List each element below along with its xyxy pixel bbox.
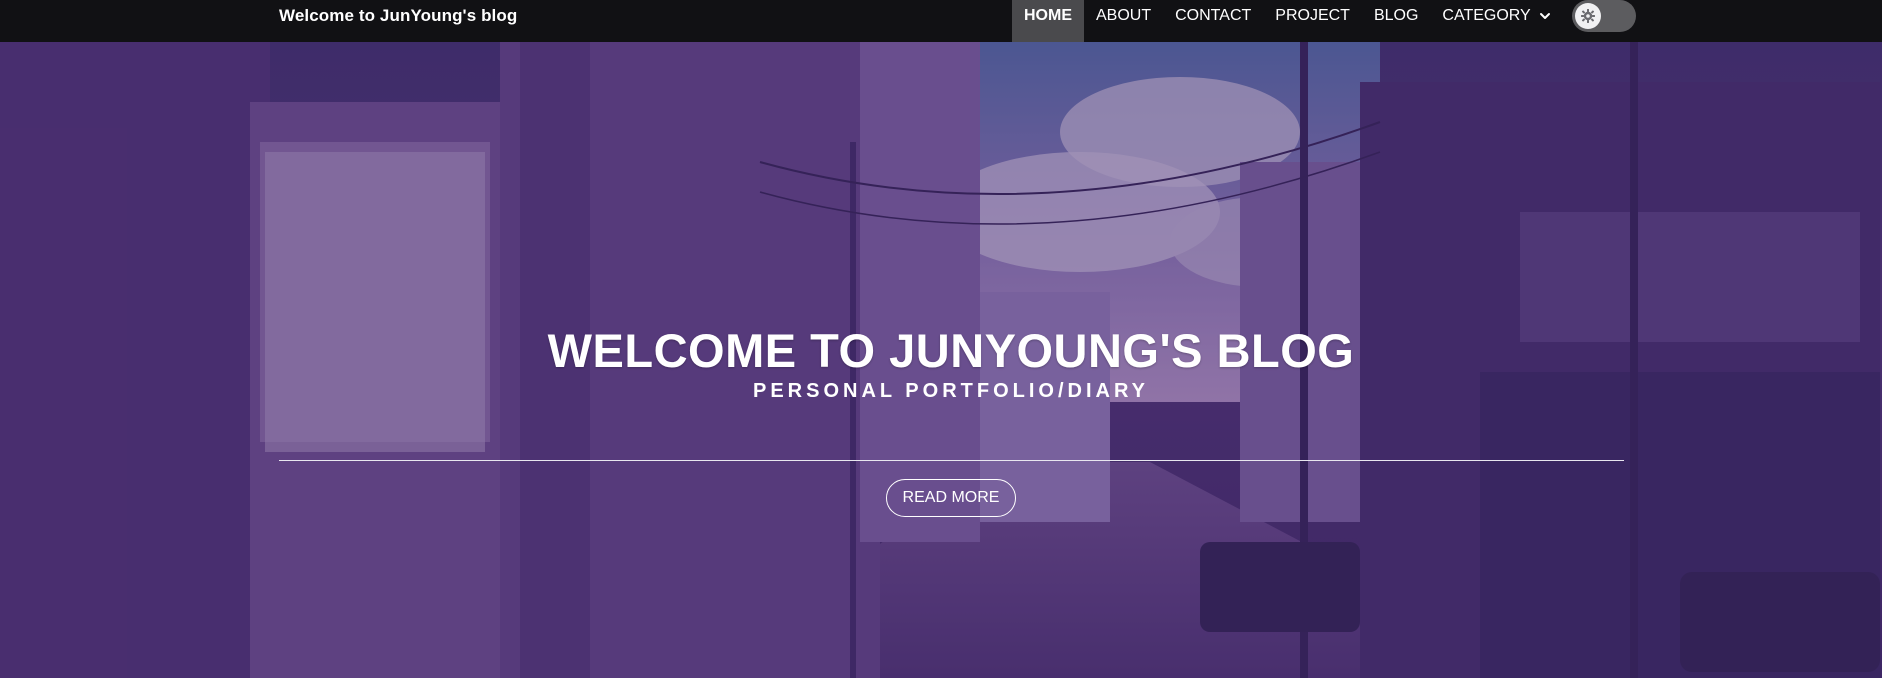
hero-title: WELCOME TO JUNYOUNG'S BLOG	[547, 324, 1355, 377]
hero-divider	[279, 460, 1624, 461]
nav-item-home[interactable]: HOME	[1012, 0, 1084, 42]
theme-toggle[interactable]	[1572, 0, 1636, 32]
read-more-button[interactable]: READ MORE	[886, 479, 1016, 517]
main-nav: HOME ABOUT CONTACT PROJECT BLOG CATEGORY	[1012, 0, 1563, 42]
nav-item-blog[interactable]: BLOG	[1362, 0, 1430, 32]
gear-icon	[1581, 9, 1595, 23]
site-brand-link[interactable]: Welcome to JunYoung's blog	[279, 0, 517, 32]
page: Welcome to JunYoung's blog HOME ABOUT CO…	[0, 0, 1882, 678]
nav-item-about[interactable]: ABOUT	[1084, 0, 1163, 32]
hero-subtitle: PERSONAL PORTFOLIO/DIARY	[752, 380, 1150, 402]
top-navbar: Welcome to JunYoung's blog HOME ABOUT CO…	[0, 0, 1882, 42]
toggle-knob	[1575, 3, 1601, 29]
nav-item-contact[interactable]: CONTACT	[1163, 0, 1263, 32]
nav-item-category[interactable]: CATEGORY	[1430, 0, 1562, 32]
nav-item-category-label: CATEGORY	[1442, 7, 1531, 24]
chevron-down-icon	[1539, 13, 1550, 19]
nav-item-project[interactable]: PROJECT	[1263, 0, 1362, 32]
